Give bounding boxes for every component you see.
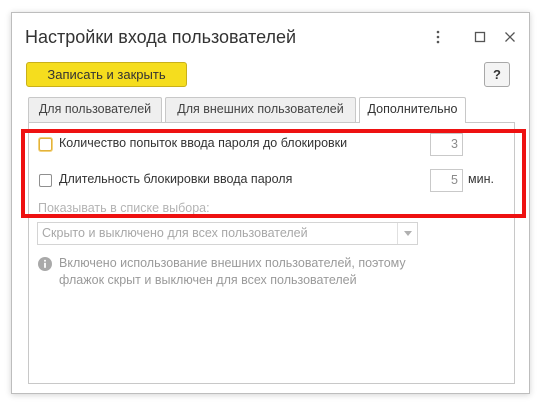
tab-additional[interactable]: Дополнительно	[359, 97, 466, 123]
attempts-label: Количество попыток ввода пароля до блоки…	[59, 136, 348, 150]
tab-for-users[interactable]: Для пользователей	[28, 97, 162, 122]
maximize-icon[interactable]	[471, 28, 489, 46]
attempts-checkbox[interactable]	[39, 138, 52, 151]
window-title: Настройки входа пользователей	[25, 27, 297, 47]
show-in-list-select[interactable]: Скрыто и выключено для всех пользователе…	[37, 222, 418, 245]
attempts-input[interactable]: 3	[430, 133, 463, 156]
tab-for-external-users[interactable]: Для внешних пользователей	[165, 97, 356, 122]
lock-duration-input[interactable]: 5	[430, 169, 463, 192]
lock-duration-unit: мин.	[468, 172, 494, 186]
chevron-down-icon	[404, 231, 412, 236]
dropdown-arrow[interactable]	[397, 223, 417, 244]
show-in-list-label: Показывать в списке выбора:	[38, 201, 210, 215]
info-icon	[38, 257, 52, 271]
save-and-close-button[interactable]: Записать и закрыть	[26, 62, 187, 87]
info-message: Включено использование внешних пользоват…	[59, 256, 406, 287]
lock-duration-label: Длительность блокировки ввода пароля	[59, 172, 293, 186]
show-in-list-value: Скрыто и выключено для всех пользователе…	[42, 226, 308, 240]
tab-panel	[28, 122, 515, 384]
more-vertical-icon[interactable]	[429, 28, 447, 46]
settings-dialog: Настройки входа пользователей Записать и…	[11, 12, 530, 394]
close-icon[interactable]	[501, 28, 519, 46]
help-button[interactable]: ?	[484, 62, 510, 87]
lock-duration-checkbox[interactable]	[39, 174, 52, 187]
